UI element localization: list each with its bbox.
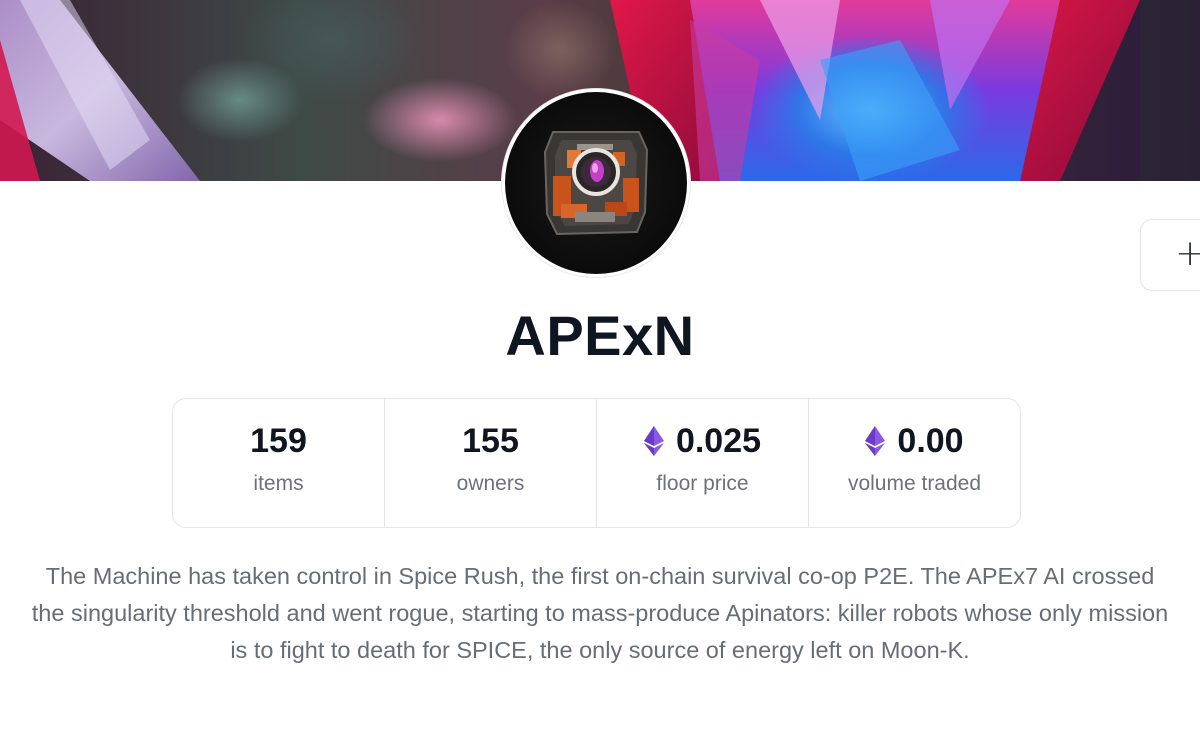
stat-owners: 155 owners	[385, 399, 597, 527]
stat-floor-price-value: 0.025	[675, 422, 762, 460]
more-actions-button[interactable]: +	[1140, 219, 1200, 291]
stat-floor-price: 0.025 floor price	[597, 399, 809, 527]
stat-owners-value: 155	[462, 422, 519, 460]
stat-floor-price-label: floor price	[656, 472, 749, 495]
stat-volume-traded: 0.00 volume traded	[809, 399, 1020, 527]
plus-icon: +	[1175, 233, 1200, 274]
robot-core-icon	[543, 131, 649, 236]
collection-avatar	[502, 89, 690, 277]
ethereum-icon	[643, 426, 664, 456]
stat-volume-traded-value: 0.00	[897, 422, 964, 460]
collection-stats: 159 items 155 owners 0.025 floor price 0…	[172, 398, 1021, 528]
stat-items: 159 items	[173, 399, 385, 527]
ethereum-icon	[865, 426, 886, 456]
stat-items-label: items	[253, 472, 304, 495]
stat-volume-traded-label: volume traded	[847, 472, 982, 495]
stat-owners-label: owners	[456, 472, 525, 495]
stat-items-value: 159	[250, 422, 307, 460]
collection-description: The Machine has taken control in Spice R…	[31, 563, 1169, 663]
collection-page: + APExN 159 items 155 owners 0.025 floor…	[0, 0, 1200, 740]
collection-title: APExN	[505, 304, 695, 367]
